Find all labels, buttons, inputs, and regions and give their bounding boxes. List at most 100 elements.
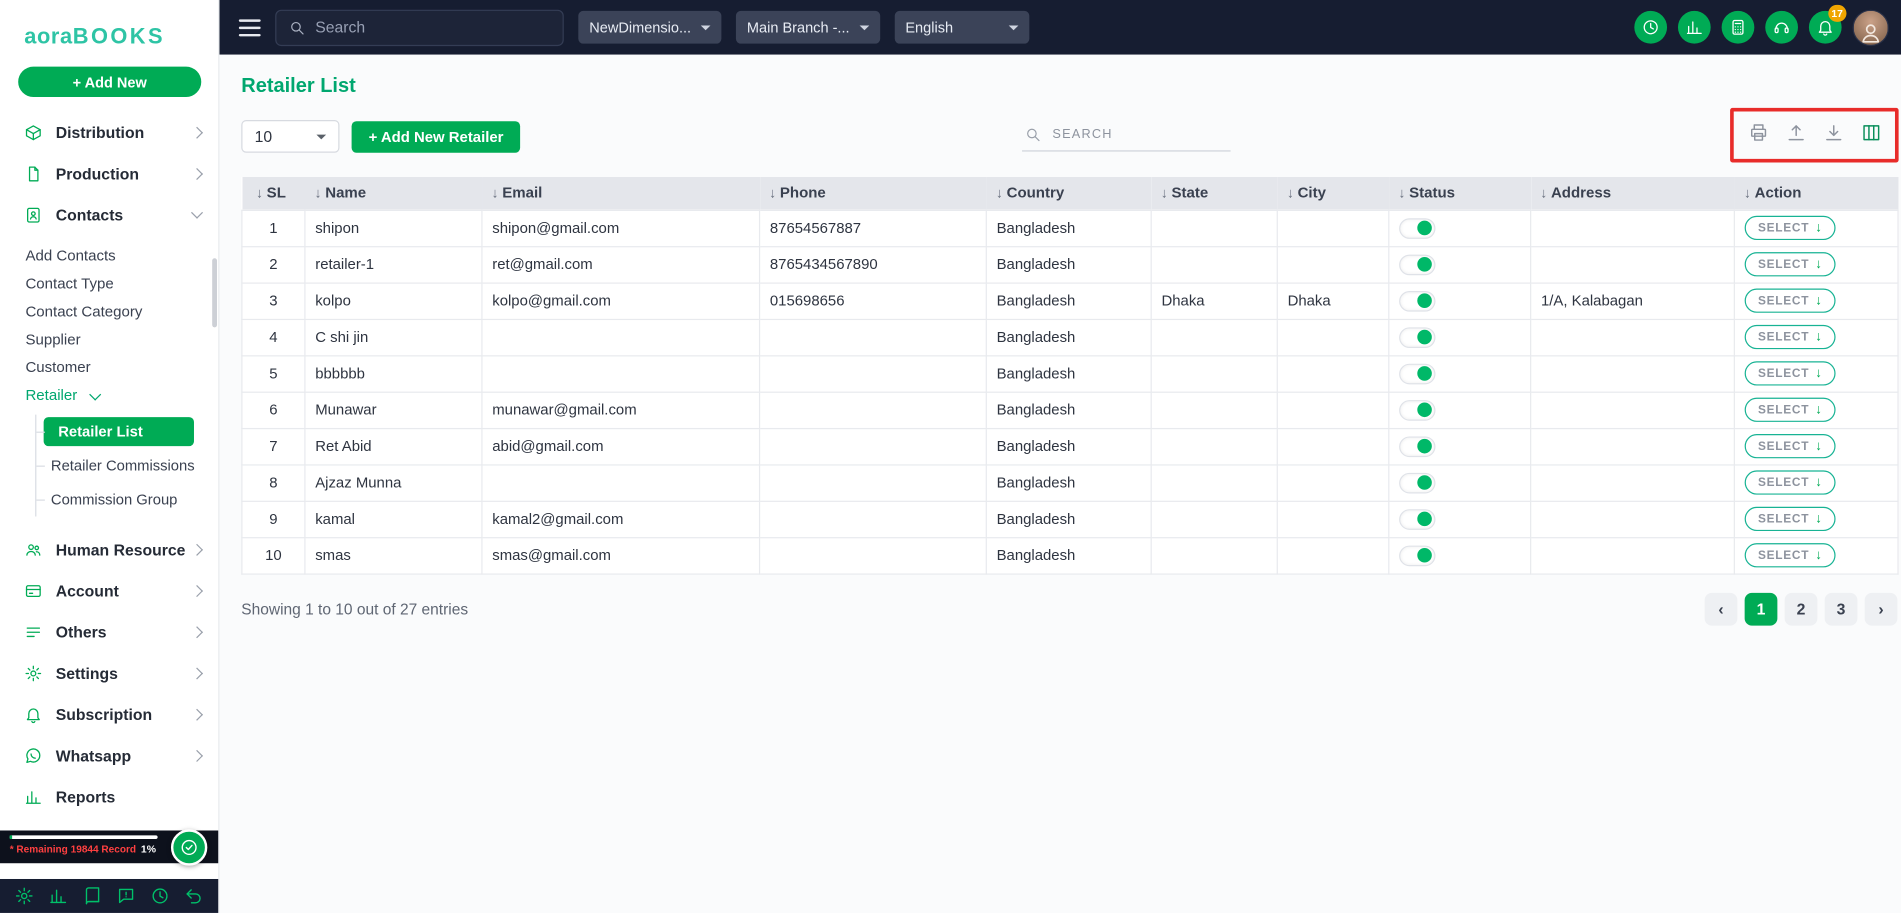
sidebar-item-settings[interactable]: Settings [0,652,218,693]
sidebar-item-whatsapp[interactable]: Whatsapp [0,735,218,776]
columns-icon[interactable] [1861,122,1882,143]
column-header-city[interactable]: ↓ City [1277,177,1389,210]
footer-ledger-button[interactable] [82,886,101,905]
notifications-button[interactable]: 17 [1808,4,1847,44]
footer-settings-button[interactable] [15,886,34,905]
column-header-sl[interactable]: ↓ SL [241,177,305,210]
sidebar-scrollbar[interactable] [212,258,218,328]
select-action-button[interactable]: SELECT ↓ [1744,397,1837,422]
status-toggle[interactable] [1399,544,1436,566]
company-dropdown[interactable]: NewDimensio... [578,10,722,44]
print-icon[interactable] [1748,122,1769,143]
select-action-button[interactable]: SELECT ↓ [1744,288,1837,313]
support-button[interactable] [1765,10,1798,44]
sidebar-item-retailer-commissions[interactable]: Retailer Commissions [36,449,218,483]
footer-undo-button[interactable] [184,886,203,905]
calculator-button[interactable] [1721,10,1755,44]
status-toggle[interactable] [1399,472,1436,493]
sidebar-item-contact-type[interactable]: Contact Type [0,270,218,298]
sidebar-item-retailer[interactable]: Retailer [0,382,218,410]
chevron-down-icon [1008,24,1019,30]
sidebar-item-contact-category[interactable]: Contact Category [0,298,218,326]
pagination-prev[interactable]: ‹ [1704,592,1738,625]
footer-history-button[interactable] [150,886,169,905]
column-header-phone[interactable]: ↓ Phone [759,177,987,210]
table-search[interactable] [1022,118,1231,152]
pagination-page-2[interactable]: 2 [1784,592,1818,625]
sidebar-item-account[interactable]: Account [0,570,218,611]
footer-reports-button[interactable] [48,886,67,905]
status-toggle[interactable] [1399,363,1436,384]
user-avatar[interactable] [1852,9,1889,46]
status-toggle[interactable] [1399,217,1436,239]
sidebar-item-commission-group[interactable]: Commission Group [36,483,218,517]
status-toggle[interactable] [1399,253,1436,275]
cell-address [1530,463,1735,502]
add-new-retailer-button[interactable]: + Add New Retailer [351,121,521,153]
select-action-button[interactable]: SELECT ↓ [1744,252,1837,277]
notification-badge: 17 [1827,4,1847,22]
global-search[interactable] [275,9,564,46]
column-header-action[interactable]: ↓ Action [1734,177,1899,210]
column-header-email[interactable]: ↓ Email [481,177,760,210]
sidebar-item-add-contacts[interactable]: Add Contacts [0,242,218,270]
cell-city [1276,427,1390,465]
brand-badge-icon [179,838,198,857]
download-icon[interactable] [1823,122,1844,143]
whatsapp-icon [24,746,42,764]
select-caret-icon: ↓ [1815,329,1823,345]
sidebar-item-supplier[interactable]: Supplier [0,326,218,354]
column-header-address[interactable]: ↓ Address [1530,177,1735,210]
select-action-button[interactable]: SELECT ↓ [1744,506,1837,532]
status-toggle[interactable] [1399,326,1436,348]
select-action-button[interactable]: SELECT ↓ [1744,470,1837,495]
sidebar-item-contacts[interactable]: Contacts [0,194,218,235]
status-toggle[interactable] [1399,508,1436,530]
global-search-input[interactable] [315,18,551,37]
screen: aoraBOOKS + Add New Distribution Producti… [0,0,1901,913]
chat-icon [116,886,135,905]
sort-icon: ↓ [1398,187,1406,202]
brand-badge-button[interactable] [170,829,208,866]
branch-dropdown[interactable]: Main Branch -... [735,10,880,44]
cell-state [1150,354,1278,393]
select-action-button[interactable]: SELECT ↓ [1744,543,1837,568]
select-action-button[interactable]: SELECT ↓ [1744,434,1837,459]
pagination-next[interactable]: › [1864,592,1898,625]
sidebar-item-retailer-list[interactable]: Retailer List [36,415,218,449]
hamburger-menu-icon[interactable] [238,18,261,36]
pagination-page-1[interactable]: 1 [1744,592,1778,625]
status-toggle[interactable] [1399,290,1436,311]
select-caret-icon: ↓ [1815,548,1823,563]
column-header-status[interactable]: ↓ Status [1388,177,1531,210]
brand-logo[interactable]: aoraBOOKS [0,0,218,50]
footer-support-button[interactable] [116,886,135,905]
status-toggle[interactable] [1399,399,1436,421]
add-new-button[interactable]: + Add New [18,66,202,97]
history-button[interactable] [1634,10,1668,44]
analytics-button[interactable] [1677,10,1711,44]
column-header-name[interactable]: ↓ Name [304,177,482,210]
page-size-select[interactable]: 10 [241,120,340,153]
cell-email [481,318,761,356]
sidebar-item-human-resource[interactable]: Human Resource [0,529,218,570]
language-dropdown[interactable]: English [894,10,1030,44]
select-action-button[interactable]: SELECT ↓ [1744,215,1837,241]
sidebar-item-customer[interactable]: Customer [0,354,218,382]
cell-email [481,354,761,393]
sidebar-item-production[interactable]: Production [0,153,218,194]
column-header-country[interactable]: ↓ Country [986,177,1152,210]
sort-icon: ↓ [314,187,322,202]
select-action-button[interactable]: SELECT ↓ [1744,324,1837,350]
sidebar-item-subscription[interactable]: Subscription [0,693,218,734]
table-search-input[interactable] [1052,126,1229,142]
export-icon[interactable] [1786,122,1807,143]
sidebar-item-others[interactable]: Others [0,611,218,652]
column-header-state[interactable]: ↓ State [1151,177,1278,210]
pagination-page-3[interactable]: 3 [1824,592,1858,625]
sidebar-item-distribution[interactable]: Distribution [0,112,218,153]
select-action-button[interactable]: SELECT ↓ [1744,361,1837,386]
sidebar-item-reports[interactable]: Reports [0,776,218,817]
chevron-down-icon [191,206,204,219]
status-toggle[interactable] [1399,435,1436,457]
